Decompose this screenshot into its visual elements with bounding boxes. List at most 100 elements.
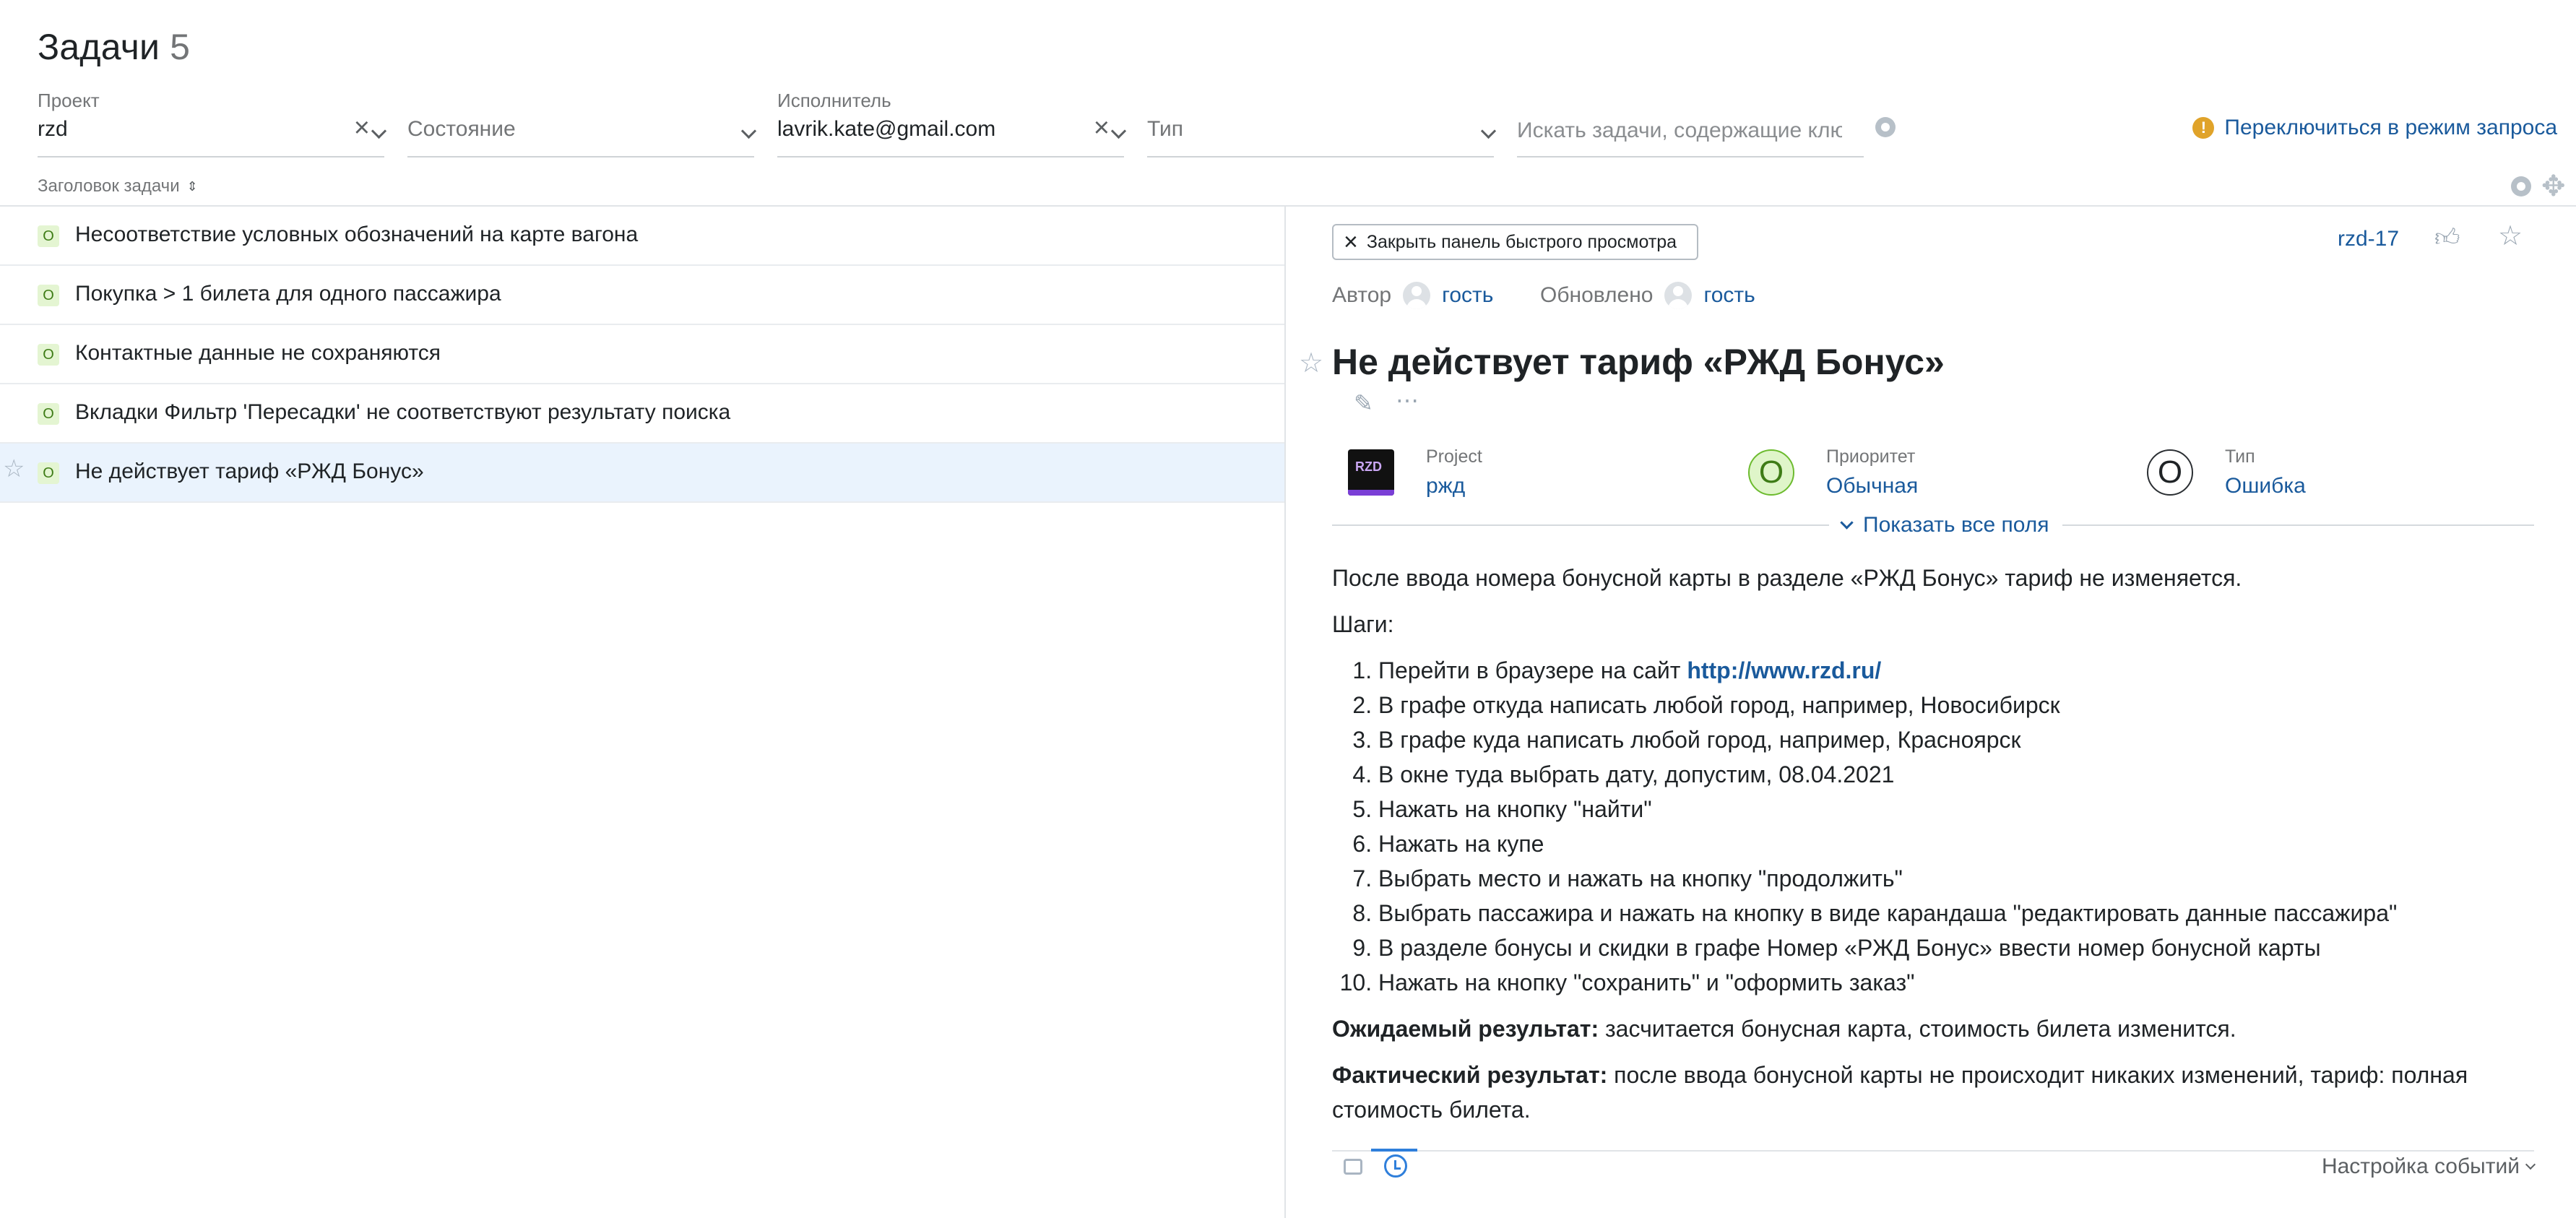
chevron-down-icon[interactable]: [1110, 123, 1127, 139]
project-field-label: Project: [1426, 446, 1482, 467]
issue-summary[interactable]: Вкладки Фильтр 'Пересадки' не соответств…: [75, 400, 730, 425]
expected-text: засчитается бонусная карта, стоимость би…: [1599, 1016, 2236, 1042]
assignee-filter-value: lavrik.kate@gmail.com: [777, 117, 996, 141]
move-icon[interactable]: ✥: [2541, 172, 2566, 201]
issue-state-badge: О: [38, 403, 59, 425]
priority-icon: О: [1748, 449, 1794, 496]
issue-title[interactable]: Не действует тариф «РЖД Бонус»: [1332, 341, 1945, 383]
author-link[interactable]: гость: [1442, 283, 1493, 308]
close-preview-button[interactable]: × Закрыть панель быстрого просмотра: [1332, 224, 1699, 260]
priority-field[interactable]: О Приоритет Обычная: [1748, 446, 2095, 501]
type-field[interactable]: О Тип Ошибка: [2147, 446, 2494, 501]
rzd-site-link[interactable]: http://www.rzd.ru/: [1687, 657, 1881, 683]
show-all-fields-label: Показать все поля: [1863, 513, 2049, 537]
project-filter[interactable]: Проект rzd ×: [38, 85, 387, 157]
switch-query-mode-link[interactable]: ! Переключиться в режим запроса: [2192, 116, 2557, 140]
step-item: Нажать на кнопку "найти": [1378, 792, 2531, 826]
divider: [1332, 1150, 2534, 1152]
project-filter-label: Проект: [38, 90, 100, 111]
sort-header[interactable]: Заголовок задачи ⇕: [38, 176, 198, 196]
priority-field-label: Приоритет: [1826, 446, 1916, 467]
author-info: Автор гость: [1332, 282, 1493, 309]
assignee-filter[interactable]: Исполнитель lavrik.kate@gmail.com ×: [777, 85, 1127, 157]
close-icon: ×: [1344, 228, 1358, 256]
step-item: Нажать на купе: [1378, 826, 2531, 861]
issue-row[interactable]: О Контактные данные не сохраняются: [0, 325, 1284, 384]
project-filter-value: rzd: [38, 117, 68, 141]
state-filter-placeholder: Состояние: [407, 117, 516, 141]
issue-list: О Несоответствие условных обозначений на…: [0, 207, 1284, 503]
project-field[interactable]: RZD Project ржд: [1348, 446, 1695, 501]
sort-icon[interactable]: ⇕: [187, 180, 198, 193]
issue-row-selected[interactable]: ☆ О Не действует тариф «РЖД Бонус»: [0, 444, 1284, 503]
issue-summary[interactable]: Не действует тариф «РЖД Бонус»: [75, 459, 424, 484]
chevron-down-icon[interactable]: [371, 123, 387, 139]
search-input[interactable]: Искать задачи, содержащие ключевые слова: [1517, 108, 1864, 157]
state-filter[interactable]: Состояние: [407, 85, 757, 157]
issue-state-badge: О: [38, 285, 59, 306]
chevron-down-icon: [2525, 1159, 2536, 1170]
search-settings-icon[interactable]: [1875, 117, 1896, 137]
issue-row[interactable]: О Покупка > 1 билета для одного пассажир…: [0, 266, 1284, 325]
event-settings-label: Настройка событий: [2321, 1154, 2520, 1178]
step-item: В разделе бонусы и скидки в графе Номер …: [1378, 930, 2531, 965]
project-field-value[interactable]: ржд: [1426, 474, 1465, 498]
project-logo: RZD: [1348, 449, 1394, 496]
expected-label: Ожидаемый результат:: [1332, 1016, 1599, 1042]
page-title: Задачи 5: [38, 26, 190, 68]
type-filter-placeholder: Тип: [1147, 117, 1184, 141]
issue-summary[interactable]: Несоответствие условных обозначений на к…: [75, 223, 638, 247]
pencil-icon[interactable]: ✎: [1354, 392, 1373, 415]
history-icon[interactable]: [1384, 1154, 1407, 1178]
show-all-fields-button[interactable]: Показать все поля: [1829, 513, 2062, 537]
issue-state-badge: О: [38, 462, 59, 484]
star-icon[interactable]: ☆: [2498, 223, 2523, 250]
type-icon: О: [2147, 449, 2193, 496]
issue-summary[interactable]: Контактные данные не сохраняются: [75, 341, 441, 366]
step-text: Перейти в браузере на сайт: [1378, 657, 1687, 683]
issue-description: После ввода номера бонусной карты в разд…: [1332, 561, 2531, 1139]
issue-summary[interactable]: Покупка > 1 билета для одного пассажира: [75, 282, 501, 306]
chevron-down-icon[interactable]: [740, 123, 757, 139]
step-item: В графе откуда написать любой город, нап…: [1378, 688, 2531, 722]
issue-row[interactable]: О Несоответствие условных обозначений на…: [0, 207, 1284, 266]
type-filter[interactable]: Тип: [1147, 85, 1497, 157]
clear-project-icon[interactable]: ×: [354, 114, 370, 142]
expected-result: Ожидаемый результат: засчитается бонусна…: [1332, 1011, 2531, 1046]
issue-state-badge: О: [38, 225, 59, 247]
type-field-label: Тип: [2225, 446, 2255, 467]
search-placeholder: Искать задачи, содержащие ключевые слова: [1517, 118, 1842, 142]
updated-label: Обновлено: [1540, 283, 1654, 307]
issue-count: 5: [170, 27, 191, 67]
warning-icon: !: [2192, 117, 2215, 139]
step-item: В графе куда написать любой город, напри…: [1378, 722, 2531, 757]
close-preview-label: Закрыть панель быстрого просмотра: [1366, 231, 1677, 252]
updated-info: Обновлено гость: [1540, 282, 1755, 309]
switch-query-mode-label: Переключиться в режим запроса: [2224, 116, 2557, 139]
avatar: [1403, 282, 1431, 309]
updater-link[interactable]: гость: [1703, 283, 1755, 308]
comment-icon[interactable]: [1344, 1159, 1362, 1175]
issue-row[interactable]: О Вкладки Фильтр 'Пересадки' не соответс…: [0, 384, 1284, 444]
steps-label: Шаги:: [1332, 611, 1394, 637]
chevron-down-icon[interactable]: [1480, 123, 1497, 139]
event-settings-button[interactable]: Настройка событий: [2321, 1154, 2536, 1179]
more-icon[interactable]: ⋯: [1396, 389, 1420, 412]
issue-id-link[interactable]: rzd-17: [2338, 227, 2399, 251]
project-logo-text: RZD: [1355, 459, 1382, 474]
panel-divider[interactable]: [1284, 207, 1286, 1218]
thumbs-up-icon[interactable]: 👍︎: [2434, 225, 2460, 250]
steps-list: Перейти в браузере на сайт http://www.rz…: [1332, 653, 2531, 1000]
priority-field-value[interactable]: Обычная: [1826, 474, 1918, 498]
step-item: В окне туда выбрать дату, допустим, 08.0…: [1378, 757, 2531, 792]
sort-label: Заголовок задачи: [38, 176, 180, 196]
actual-label: Фактический результат:: [1332, 1062, 1608, 1088]
star-icon[interactable]: ☆: [1299, 350, 1323, 377]
list-settings-icon[interactable]: [2511, 176, 2531, 196]
type-field-value[interactable]: Ошибка: [2225, 474, 2306, 498]
star-icon[interactable]: ☆: [3, 457, 25, 481]
assignee-filter-label: Исполнитель: [777, 90, 891, 111]
clear-assignee-icon[interactable]: ×: [1094, 114, 1110, 142]
chevron-down-icon: [1840, 515, 1854, 530]
step-item: Перейти в браузере на сайт http://www.rz…: [1378, 653, 2531, 688]
